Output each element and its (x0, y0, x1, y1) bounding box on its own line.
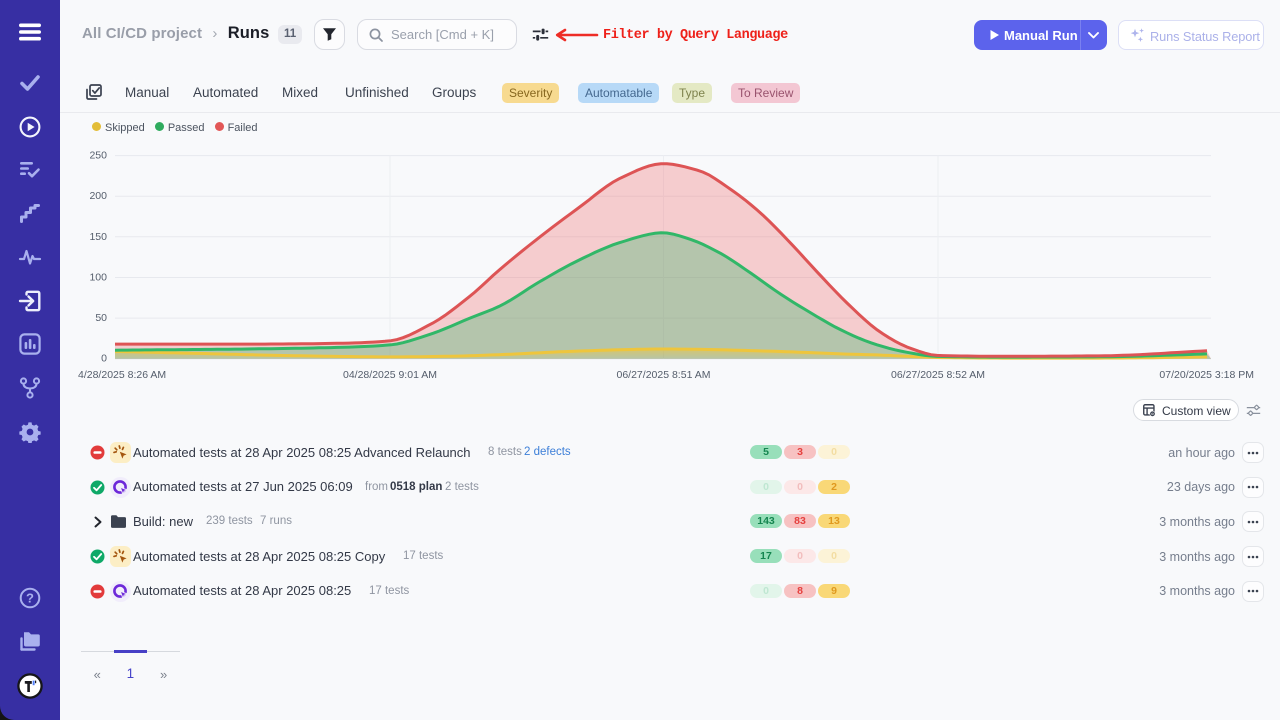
svg-text:200: 200 (89, 190, 107, 202)
svg-text:0: 0 (101, 353, 107, 365)
svg-text:100: 100 (89, 272, 107, 284)
svg-text:?: ? (26, 591, 34, 606)
svg-text:06/27/2025 8:51 AM: 06/27/2025 8:51 AM (617, 369, 711, 381)
svg-text:4/28/2025 8:26 AM: 4/28/2025 8:26 AM (78, 369, 166, 381)
svg-text:250: 250 (89, 150, 107, 162)
svg-text:150: 150 (89, 231, 107, 243)
svg-text:06/27/2025 8:52 AM: 06/27/2025 8:52 AM (891, 369, 985, 381)
svg-text:04/28/2025 9:01 AM: 04/28/2025 9:01 AM (343, 369, 437, 381)
svg-text:50: 50 (95, 312, 107, 324)
svg-text:07/20/2025 3:18 PM: 07/20/2025 3:18 PM (1159, 369, 1254, 381)
